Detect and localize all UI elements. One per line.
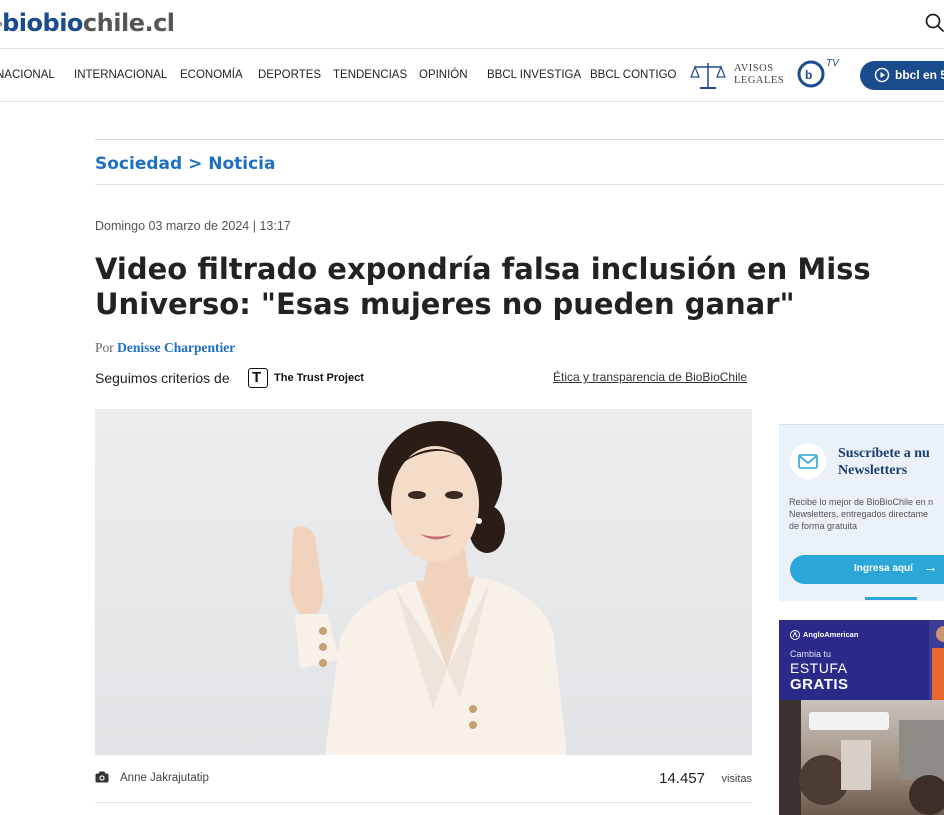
camera-icon [95, 771, 109, 783]
bbcl-en-5-button[interactable]: bbcl en 5 [860, 61, 944, 90]
scales-icon [690, 63, 726, 89]
svg-text:b: b [805, 68, 812, 82]
caption-divider [95, 802, 752, 803]
nav-item-opinion[interactable]: OPINIÓN [419, 69, 468, 81]
sidebar-ad[interactable]: AngloAmerican Cambia tu ESTUFA GRATIS [779, 620, 944, 815]
photo-credit: Anne Jakrajutatip [120, 772, 209, 784]
view-count-label: visitas [721, 773, 752, 785]
article-photo[interactable] [95, 409, 752, 755]
newsletter-subscribe-button[interactable]: Ingresa aquí → [790, 555, 944, 584]
avisos-line1: AVISOS [734, 63, 774, 74]
newsletter-widget: Suscríbete a nu Newsletters Recibe lo me… [779, 424, 944, 601]
anglo-american-logo-icon [790, 630, 800, 640]
avisos-line2: LEGALES [734, 75, 785, 86]
ad-line3: GRATIS [790, 676, 849, 693]
ad-line2: ESTUFA [790, 660, 848, 676]
ad-line1: Cambia tu [790, 649, 832, 659]
nav-item-internacional[interactable]: INTERNACIONAL [74, 69, 167, 81]
trust-project-icon: T [248, 368, 268, 388]
nav-item-bbcl-contigo[interactable]: BBCL CONTIGO [590, 69, 676, 81]
nav-item-deportes[interactable]: DEPORTES [258, 69, 321, 81]
breadcrumb-divider-bottom [95, 184, 944, 185]
logo-part-b: chile.cl [82, 9, 175, 37]
site-logo[interactable]: labiobiochile.cl [0, 9, 175, 37]
bbcl-tv-link[interactable]: b TV [797, 58, 841, 90]
article-date: Domingo 03 marzo de 2024 | 13:17 [95, 219, 291, 233]
newsletter-title-line2: Newsletters [838, 463, 908, 478]
nav-item-nacional[interactable]: NACIONAL [0, 69, 55, 81]
author-link[interactable]: Denisse Charpentier [117, 340, 235, 355]
tv-label: TV [826, 58, 839, 69]
breadcrumb-divider-top [95, 139, 944, 140]
ad-brand: AngloAmerican [803, 630, 859, 639]
trust-project-letter: T [252, 369, 262, 386]
avisos-legales-label: AVISOS LEGALES [734, 63, 784, 87]
newsletter-button-label: Ingresa aquí [854, 563, 913, 574]
bbcl-en-5-label: bbcl en 5 [895, 68, 944, 82]
ad-worker-illustration [929, 620, 944, 700]
byline-prefix: Por [95, 340, 114, 355]
bbcl-tv-logo-icon: b [797, 60, 825, 88]
ad-photo [779, 700, 944, 815]
search-icon[interactable] [924, 12, 944, 34]
ethics-transparency-link[interactable]: Ética y transparencia de BioBioChile [553, 370, 747, 384]
ad-living-room-illustration [779, 700, 944, 815]
nav-item-tendencias[interactable]: TENDENCIAS [333, 69, 407, 81]
photo-caption-row: Anne Jakrajutatip 14.457 visitas [95, 762, 752, 802]
main-nav: NACIONAL INTERNACIONAL ECONOMÍA DEPORTES… [0, 49, 944, 102]
newsletter-title-line1: Suscríbete a nu [838, 446, 930, 461]
woman-portrait-illustration [290, 421, 567, 755]
view-count: 14.457 [659, 770, 705, 787]
arrow-right-icon: → [923, 559, 938, 576]
logo-part-a: biobio [2, 9, 83, 37]
newsletter-accent-bar [865, 597, 917, 600]
newsletter-title: Suscríbete a nu Newsletters [838, 445, 930, 479]
trust-project-name: The Trust Project [274, 372, 364, 384]
breadcrumb[interactable]: Sociedad > Noticia [95, 154, 275, 174]
nav-item-bbcl-investiga[interactable]: BBCL INVESTIGA [487, 69, 581, 81]
play-clock-icon [874, 67, 890, 83]
byline: Por Denisse Charpentier [95, 340, 235, 356]
newsletter-description: Recibe lo mejor de BioBioChile en n News… [789, 497, 934, 531]
trust-label: Seguimos criterios de [95, 370, 230, 386]
nav-item-economia[interactable]: ECONOMÍA [180, 69, 243, 81]
envelope-icon [798, 454, 818, 469]
top-bar: labiobiochile.cl [0, 0, 944, 49]
newsletter-icon-wrap [790, 443, 826, 479]
article-page: Sociedad > Noticia Domingo 03 marzo de 2… [0, 102, 944, 815]
article-headline: Video filtrado expondría falsa inclusión… [95, 252, 871, 321]
